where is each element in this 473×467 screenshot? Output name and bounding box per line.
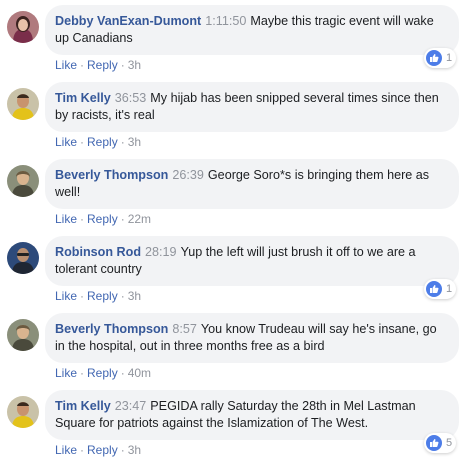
comment-age[interactable]: 22m (128, 212, 151, 226)
reply-button[interactable]: Reply (87, 58, 118, 72)
avatar[interactable] (7, 396, 39, 428)
comment-age[interactable]: 3h (128, 289, 141, 303)
like-button[interactable]: Like (55, 289, 77, 303)
separator: · (80, 443, 85, 457)
like-button[interactable]: Like (55, 212, 77, 226)
reply-button[interactable]: Reply (87, 135, 118, 149)
separator: · (120, 366, 125, 380)
reaction-summary[interactable]: 1 (424, 279, 457, 299)
like-button[interactable]: Like (55, 366, 77, 380)
reaction-summary[interactable]: 5 (424, 433, 457, 453)
comment-item: Beverly Thompson 8:57 You know Trudeau wil… (0, 308, 473, 385)
reply-button[interactable]: Reply (87, 212, 118, 226)
comment-timestamp[interactable]: 28:19 (145, 245, 177, 259)
comment-timestamp[interactable]: 1:11:50 (205, 14, 246, 28)
reaction-count: 5 (446, 437, 453, 449)
separator: · (120, 443, 125, 457)
avatar-image (7, 396, 39, 428)
reaction-count: 1 (446, 52, 453, 64)
comment-bubble: Debby VanExan-Dumont 1:11:50 Maybe this tr… (45, 5, 459, 55)
separator: · (80, 135, 85, 149)
reply-button[interactable]: Reply (87, 443, 118, 457)
separator: · (120, 135, 125, 149)
comment-author[interactable]: Robinson Rod (55, 245, 141, 259)
comment-item: Tim Kelly 23:47 PEGIDA rally Saturday the … (0, 385, 473, 462)
reaction-summary[interactable]: 1 (424, 48, 457, 68)
comment-list: Debby VanExan-Dumont 1:11:50 Maybe this tr… (0, 0, 473, 467)
comment-author[interactable]: Debby VanExan-Dumont (55, 14, 201, 28)
comment-bubble: Tim Kelly 36:53 My hijab has been snipped … (45, 82, 459, 132)
avatar-image (7, 319, 39, 351)
comment-actions: Like · Reply · 40m (55, 366, 151, 380)
like-button[interactable]: Like (55, 443, 77, 457)
like-button[interactable]: Like (55, 58, 77, 72)
reply-button[interactable]: Reply (87, 366, 118, 380)
thumbs-up-icon (426, 435, 442, 451)
separator: · (80, 58, 85, 72)
comment-bubble: Robinson Rod 28:19 Yup the left will just … (45, 236, 459, 286)
separator: · (120, 58, 125, 72)
reaction-count: 1 (446, 283, 453, 295)
like-button[interactable]: Like (55, 135, 77, 149)
comment-item: Robinson Rod 28:19 Yup the left will just … (0, 231, 473, 308)
avatar-image (7, 88, 39, 120)
comment-age[interactable]: 3h (128, 443, 141, 457)
comment-actions: Like · Reply · 3h (55, 135, 141, 149)
comment-author[interactable]: Beverly Thompson (55, 168, 168, 182)
separator: · (120, 289, 125, 303)
thumbs-up-icon (426, 281, 442, 297)
avatar[interactable] (7, 88, 39, 120)
comment-bubble: Beverly Thompson 8:57 You know Trudeau wil… (45, 313, 459, 363)
avatar[interactable] (7, 319, 39, 351)
avatar-image (7, 242, 39, 274)
comment-timestamp[interactable]: 23:47 (115, 399, 147, 413)
comment-author[interactable]: Tim Kelly (55, 91, 111, 105)
avatar[interactable] (7, 165, 39, 197)
comment-age[interactable]: 3h (128, 58, 141, 72)
comment-item: Tim Kelly 36:53 My hijab has been snipped … (0, 77, 473, 154)
comment-author[interactable]: Tim Kelly (55, 399, 111, 413)
comment-timestamp[interactable]: 8:57 (172, 322, 197, 336)
comment-actions: Like · Reply · 3h (55, 58, 141, 72)
avatar[interactable] (7, 242, 39, 274)
avatar-image (7, 165, 39, 197)
comment-item: Debby VanExan-Dumont 1:11:50 Maybe this tr… (0, 0, 473, 77)
thumbs-up-icon (426, 50, 442, 66)
avatar-image (7, 11, 39, 43)
comment-text: My hijab has been snipped several times … (55, 91, 439, 122)
comment-author[interactable]: Beverly Thompson (55, 322, 168, 336)
comment-actions: Like · Reply · 22m (55, 212, 151, 226)
comment-bubble: Beverly Thompson 26:39 George Soro*s is br… (45, 159, 459, 209)
comment-item: Beverly Thompson 26:39 George Soro*s is br… (0, 154, 473, 231)
separator: · (80, 289, 85, 303)
comment-actions: Like · Reply · 3h (55, 443, 141, 457)
separator: · (120, 212, 125, 226)
separator: · (80, 212, 85, 226)
comment-timestamp[interactable]: 26:39 (172, 168, 204, 182)
comment-actions: Like · Reply · 3h (55, 289, 141, 303)
avatar[interactable] (7, 11, 39, 43)
comment-timestamp[interactable]: 36:53 (115, 91, 147, 105)
reply-button[interactable]: Reply (87, 289, 118, 303)
comment-bubble: Tim Kelly 23:47 PEGIDA rally Saturday the … (45, 390, 459, 440)
comment-age[interactable]: 3h (128, 135, 141, 149)
comment-age[interactable]: 40m (128, 366, 151, 380)
separator: · (80, 366, 85, 380)
